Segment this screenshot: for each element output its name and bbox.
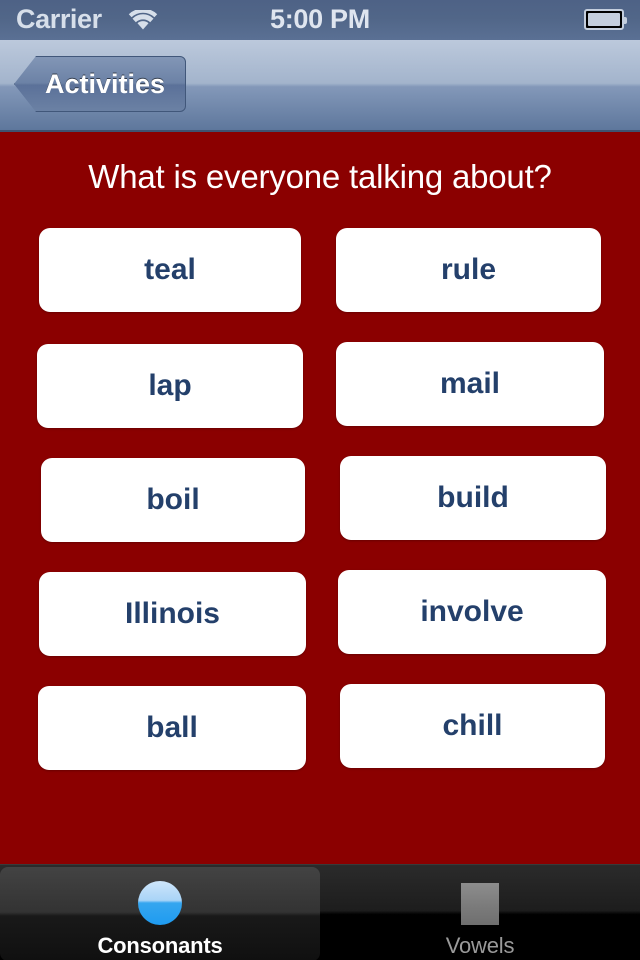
back-button-label: Activities xyxy=(45,68,166,99)
blue-circle-icon xyxy=(138,881,182,925)
gray-square-icon xyxy=(458,881,502,925)
word-button[interactable]: lap xyxy=(37,344,303,428)
word-button[interactable]: build xyxy=(340,456,606,540)
tab-vowels-label: Vowels xyxy=(445,933,515,958)
word-button-label: Illinois xyxy=(124,597,220,630)
word-button[interactable]: ball xyxy=(38,686,306,770)
word-button-label: mail xyxy=(439,367,501,400)
word-button[interactable]: boil xyxy=(41,458,305,542)
word-button[interactable]: involve xyxy=(338,570,606,654)
word-button-label: ball xyxy=(146,711,198,744)
word-button[interactable]: rule xyxy=(336,228,601,312)
tab-vowels[interactable]: Vowels xyxy=(320,867,640,960)
word-button-label: teal xyxy=(144,253,196,286)
status-time: 5:00 PM xyxy=(270,4,370,34)
word-button-label: chill xyxy=(442,709,503,742)
app-screen: Carrier 5:00 PM Activities What is every… xyxy=(0,0,640,960)
tab-bar: Consonants Vowels xyxy=(0,864,640,960)
word-row: Illinois involve xyxy=(0,570,640,684)
word-row: ball chill xyxy=(0,684,640,798)
word-button[interactable]: chill xyxy=(340,684,605,768)
tab-consonants[interactable]: Consonants xyxy=(0,867,320,960)
word-row: teal rule xyxy=(0,228,640,342)
tab-consonants-label: Consonants xyxy=(97,933,223,958)
navigation-bar: Activities xyxy=(0,40,640,132)
status-bar: Carrier 5:00 PM xyxy=(0,0,640,40)
word-row: boil build xyxy=(0,456,640,570)
word-button-label: boil xyxy=(146,483,200,516)
word-button[interactable]: teal xyxy=(39,228,301,312)
back-button[interactable]: Activities xyxy=(14,56,187,112)
word-button-label: rule xyxy=(440,253,497,286)
word-button-label: lap xyxy=(148,369,192,402)
word-button[interactable]: Illinois xyxy=(39,572,306,656)
word-button-label: build xyxy=(437,481,509,514)
word-row: lap mail xyxy=(0,342,640,456)
battery-icon xyxy=(584,9,627,30)
word-grid: teal rule lap mail boil build Illinois i… xyxy=(0,228,640,798)
question-text: What is everyone talking about? xyxy=(88,158,552,195)
word-button[interactable]: mail xyxy=(336,342,604,426)
word-button-label: involve xyxy=(420,595,524,628)
